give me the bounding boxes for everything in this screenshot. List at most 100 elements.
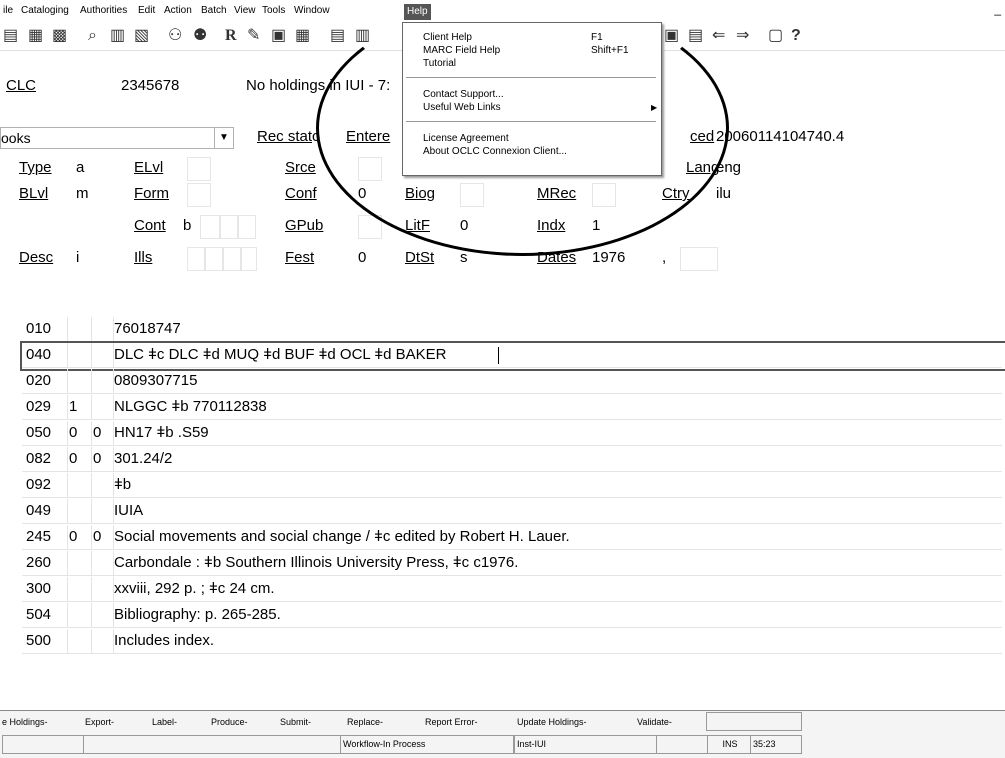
menu-tutorial[interactable]: Tutorial bbox=[423, 58, 456, 70]
ff-label-mrec[interactable]: MRec bbox=[537, 183, 576, 205]
field-tag[interactable]: 020 bbox=[22, 369, 68, 394]
replace-button[interactable]: Replace- bbox=[347, 714, 383, 730]
ff-value-ills-2[interactable] bbox=[205, 247, 223, 271]
help-icon[interactable]: ? bbox=[791, 26, 801, 46]
search-icon[interactable]: ⌕ bbox=[88, 26, 97, 46]
field-indicator-1[interactable] bbox=[67, 473, 92, 498]
field-tag[interactable]: 049 bbox=[22, 499, 68, 524]
variable-field-row[interactable]: 020 0809307715 bbox=[22, 369, 1005, 395]
menu-license-agreement[interactable]: License Agreement bbox=[423, 133, 509, 145]
field-indicator-1[interactable]: 0 bbox=[67, 421, 92, 446]
ff-label-blvl[interactable]: BLvl bbox=[19, 183, 48, 205]
field-data[interactable]: ǂb bbox=[113, 473, 1002, 498]
ff-value-type[interactable]: a bbox=[76, 157, 84, 179]
field-tag[interactable]: 082 bbox=[22, 447, 68, 472]
ff-value-fest[interactable]: 0 bbox=[358, 247, 366, 269]
field-indicator-1[interactable] bbox=[67, 369, 92, 394]
ff-value-conf[interactable]: 0 bbox=[358, 183, 366, 205]
menu-contact-support[interactable]: Contact Support... bbox=[423, 89, 504, 101]
field-data[interactable]: Includes index. bbox=[113, 629, 1002, 654]
field-indicator-2[interactable] bbox=[91, 317, 114, 342]
field-indicator-2[interactable] bbox=[91, 577, 114, 602]
ff-value-form[interactable] bbox=[187, 183, 211, 207]
variable-field-row[interactable]: 082 0 0 301.24/2 bbox=[22, 447, 1005, 473]
ff-label-form[interactable]: Form bbox=[134, 183, 169, 205]
binoculars-next-icon[interactable]: ⚉ bbox=[193, 26, 207, 46]
field-data[interactable]: HN17 ǂb .S59 bbox=[113, 421, 1002, 446]
menu-about[interactable]: About OCLC Connexion Client... bbox=[423, 146, 567, 158]
ff-value-blvl[interactable]: m bbox=[76, 183, 89, 205]
field-data[interactable]: Bibliography: p. 265-285. bbox=[113, 603, 1002, 628]
field-indicator-2[interactable]: 0 bbox=[91, 421, 114, 446]
ff-value-mrec[interactable] bbox=[592, 183, 616, 207]
field-data[interactable]: Carbondale : ǂb Southern Illinois Univer… bbox=[113, 551, 1002, 576]
field-tag[interactable]: 050 bbox=[22, 421, 68, 446]
menu-action[interactable]: Action bbox=[164, 4, 192, 20]
save-local-icon[interactable]: ▩ bbox=[52, 26, 67, 46]
field-indicator-2[interactable] bbox=[91, 551, 114, 576]
field-indicator-1[interactable]: 1 bbox=[67, 395, 92, 420]
produce-button[interactable]: Produce- bbox=[211, 714, 248, 730]
validate-button[interactable]: Validate- bbox=[637, 714, 672, 730]
minimize-button[interactable]: _ bbox=[994, 2, 1001, 16]
menu-useful-web-links[interactable]: Useful Web Links bbox=[423, 102, 501, 114]
menu-help[interactable]: Help bbox=[404, 4, 431, 20]
reformat-icon[interactable]: R bbox=[225, 26, 237, 46]
field-tag[interactable]: 092 bbox=[22, 473, 68, 498]
field-indicator-1[interactable]: 0 bbox=[67, 447, 92, 472]
field-tag[interactable]: 260 bbox=[22, 551, 68, 576]
paste-icon[interactable]: ▥ bbox=[355, 26, 370, 46]
menu-authorities[interactable]: Authorities bbox=[80, 4, 127, 20]
variable-field-row[interactable]: 260 Carbondale : ǂb Southern Illinois Uni… bbox=[22, 551, 1005, 577]
field-tag[interactable]: 504 bbox=[22, 603, 68, 628]
field-indicator-1[interactable] bbox=[67, 317, 92, 342]
field-indicator-1[interactable] bbox=[67, 343, 92, 368]
field-data[interactable]: 76018747 bbox=[113, 317, 1002, 342]
variable-field-row[interactable]: 010 76018747 bbox=[22, 317, 1005, 343]
ff-label-litf[interactable]: LitF bbox=[405, 215, 430, 237]
field-indicator-2[interactable] bbox=[91, 603, 114, 628]
variable-field-row[interactable]: 300 xxviii, 292 p. ; ǂc 24 cm. bbox=[22, 577, 1005, 603]
field-tag[interactable]: 245 bbox=[22, 525, 68, 550]
ff-value-ills-1[interactable] bbox=[187, 247, 205, 271]
field-indicator-1[interactable] bbox=[67, 551, 92, 576]
field-indicator-2[interactable]: 0 bbox=[91, 447, 114, 472]
field-indicator-2[interactable]: 0 bbox=[91, 525, 114, 550]
menu-tools[interactable]: Tools bbox=[262, 4, 285, 20]
field-indicator-2[interactable] bbox=[91, 343, 114, 368]
help-context-icon[interactable]: ▢ bbox=[768, 26, 783, 46]
validate-icon[interactable]: ✎ bbox=[247, 26, 260, 46]
field-tag[interactable]: 029 bbox=[22, 395, 68, 420]
ff-label-type[interactable]: Type bbox=[19, 157, 52, 179]
menu-edit[interactable]: Edit bbox=[138, 4, 155, 20]
bookmark-icon[interactable]: ▤ bbox=[688, 26, 703, 46]
arrow-left-icon[interactable]: ⇐ bbox=[712, 26, 725, 46]
ff-label-srce[interactable]: Srce bbox=[285, 157, 316, 179]
ff-value-date1[interactable]: 1976 bbox=[592, 247, 625, 269]
entered-label[interactable]: Entere bbox=[346, 126, 390, 148]
report-error-button[interactable]: Report Error- bbox=[425, 714, 478, 730]
field-indicator-2[interactable] bbox=[91, 473, 114, 498]
menu-file[interactable]: ile bbox=[3, 4, 13, 20]
ff-label-biog[interactable]: Biog bbox=[405, 183, 435, 205]
ff-value-cont[interactable]: b bbox=[183, 215, 191, 237]
menu-cataloging[interactable]: Cataloging bbox=[21, 4, 69, 20]
format-select[interactable]: ooks ▼ bbox=[0, 127, 234, 149]
holdings-button[interactable]: e Holdings- bbox=[2, 714, 48, 730]
ff-value-date2[interactable] bbox=[680, 247, 718, 271]
ff-value-desc[interactable]: i bbox=[76, 247, 79, 269]
field-data[interactable]: 0809307715 bbox=[113, 369, 1002, 394]
variable-field-row[interactable]: 504 Bibliography: p. 265-285. bbox=[22, 603, 1005, 629]
ff-label-cont[interactable]: Cont bbox=[134, 215, 166, 237]
record-icon[interactable]: ▤ bbox=[3, 26, 18, 46]
field-indicator-1[interactable] bbox=[67, 603, 92, 628]
ff-value-srce[interactable] bbox=[358, 157, 382, 181]
ff-value-ills-3[interactable] bbox=[223, 247, 241, 271]
field-tag[interactable]: 300 bbox=[22, 577, 68, 602]
field-data[interactable]: DLC ǂc DLC ǂd MUQ ǂd BUF ǂd OCL ǂd BAKER bbox=[113, 343, 1002, 368]
browse-icon[interactable]: ▥ bbox=[110, 26, 125, 46]
replaced-label[interactable]: ced bbox=[690, 126, 714, 148]
field-indicator-1[interactable] bbox=[67, 577, 92, 602]
ff-value-cont-3[interactable] bbox=[220, 215, 238, 239]
field-data[interactable]: xxviii, 292 p. ; ǂc 24 cm. bbox=[113, 577, 1002, 602]
